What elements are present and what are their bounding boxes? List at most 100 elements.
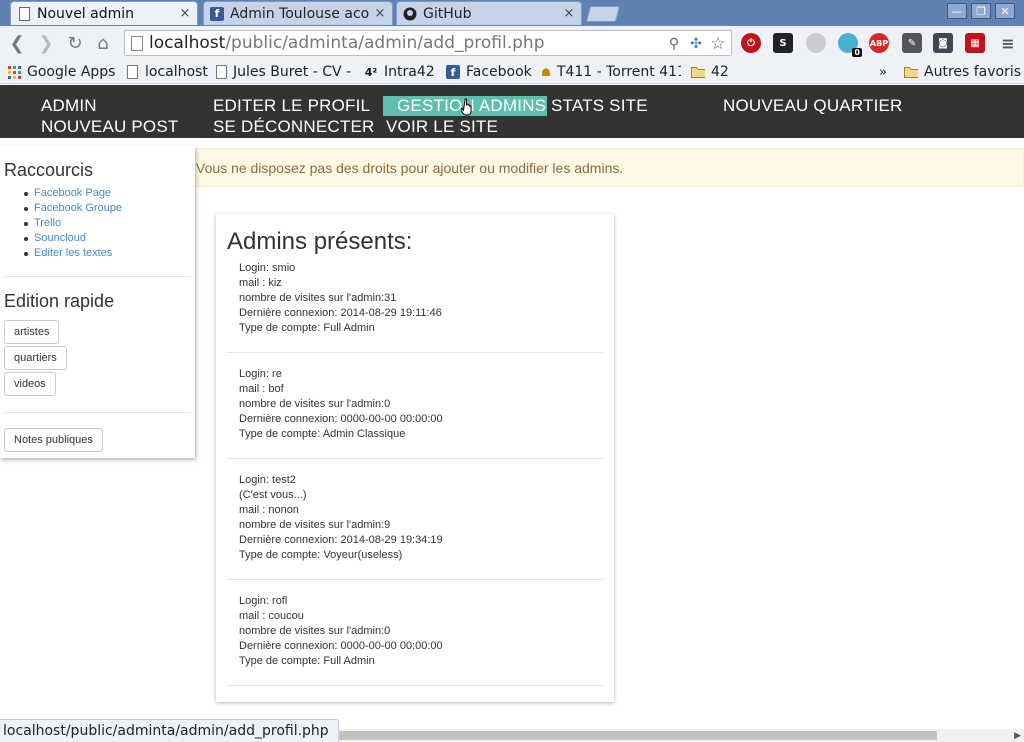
url-host: localhost — [149, 33, 226, 53]
bookmark-label: Autres favoris — [924, 64, 1022, 80]
folder-icon — [691, 65, 705, 79]
admin-entry: Login: rofl mail : coucou nombre de visi… — [227, 580, 603, 686]
bookmark-label: Jules Buret - CV - S — [233, 64, 354, 80]
shortcut-facebook-page[interactable]: Facebook Page — [23, 186, 122, 201]
eyedropper-extension-icon[interactable]: ✎ — [902, 33, 922, 53]
ghost-extension-icon[interactable]: 0 — [838, 33, 862, 57]
admin-mail: mail : kiz — [239, 277, 282, 289]
back-arrow-icon[interactable]: ❮ — [6, 32, 28, 54]
minimize-window-button[interactable]: — — [947, 3, 967, 19]
bookmark-label: Facebook — [466, 64, 532, 80]
sidebar-divider — [4, 276, 191, 277]
s-extension-icon[interactable]: S — [773, 33, 793, 53]
nav-voir-site[interactable]: VOIR LE SITE — [386, 117, 498, 137]
quick-edit-artistes-button[interactable]: artistes — [4, 320, 60, 344]
shortcut-souncloud[interactable]: Souncloud — [23, 231, 122, 246]
bookmark-t411[interactable]: ☗ T411 - Torrent 411 — [541, 62, 681, 82]
nav-stats-site[interactable]: STATS SITE — [551, 96, 648, 116]
quick-edit-quartiers-button[interactable]: quartiers — [4, 346, 67, 370]
scrollbar-thumb[interactable] — [339, 731, 937, 740]
tab-nouvel-admin[interactable]: Nouvel admin × — [10, 1, 198, 25]
link-status-bubble: localhost/public/adminta/admin/add_profi… — [0, 719, 339, 742]
bookmark-label: T411 - Torrent 411 — [556, 64, 681, 80]
bookmark-localhost[interactable]: localhost — [125, 62, 208, 82]
new-tab-button[interactable] — [585, 6, 621, 22]
admin-last-login: Dernière connexion: 2014-08-29 19:11:46 — [239, 307, 442, 319]
bookmark-label: 42 — [711, 64, 729, 80]
bookmarks-bar: Google Apps localhost Jules Buret - CV -… — [0, 60, 1024, 84]
bookmarks-overflow-button[interactable]: » — [879, 62, 887, 82]
red-extension-icon[interactable]: ▦ — [965, 33, 985, 53]
forward-arrow-icon[interactable]: ❯ — [35, 32, 57, 54]
bookmark-folder-42[interactable]: 42 — [691, 62, 729, 82]
page-icon — [125, 65, 139, 79]
reload-icon[interactable]: ↻ — [64, 32, 86, 54]
bookmark-label: Google Apps — [27, 64, 116, 80]
t411-icon: ☗ — [541, 65, 551, 79]
admin-mail: mail : bof — [239, 383, 284, 395]
admin-login: Login: rofl — [239, 595, 288, 607]
shortcuts-title: Raccourcis — [4, 160, 94, 180]
close-window-button[interactable]: ✕ — [995, 3, 1015, 19]
nav-admin[interactable]: ADMIN — [41, 96, 97, 116]
close-icon[interactable]: × — [563, 6, 575, 21]
horizontal-scrollbar[interactable]: ▶ — [339, 729, 1024, 742]
bookmark-intra42[interactable]: 4² Intra42 — [364, 62, 435, 82]
notes-publiques-button[interactable]: Notes publiques — [4, 428, 103, 452]
nav-nouveau-post[interactable]: NOUVEAU POST — [41, 117, 178, 137]
sidebar: Raccourcis Facebook Page Facebook Groupe… — [0, 146, 195, 458]
admin-account-type: Type de compte: Full Admin — [239, 322, 375, 334]
tab-github[interactable]: GitHub × — [396, 1, 582, 25]
bookmark-google-apps[interactable]: Google Apps — [7, 62, 115, 82]
circle-extension-icon[interactable] — [806, 33, 826, 53]
shortcut-facebook-groupe[interactable]: Facebook Groupe — [23, 201, 122, 216]
nav-editer-profil[interactable]: EDITER LE PROFIL — [213, 96, 370, 116]
tab-admin-toulouse[interactable]: f Admin Toulouse acou × — [203, 1, 393, 25]
nav-se-deconnecter[interactable]: SE DÉCONNECTER — [213, 117, 375, 137]
browser-tab-strip: Nouvel admin × f Admin Toulouse acou × G… — [0, 0, 1024, 26]
search-icon[interactable]: ⚲ — [665, 35, 683, 53]
admin-account-type: Type de compte: Voyeur(useless) — [239, 549, 403, 561]
tab-label: Nouvel admin — [37, 5, 135, 22]
camera-extension-icon[interactable]: ◙ — [933, 33, 953, 53]
admin-visits: nombre de visites sur l'admin:31 — [239, 292, 397, 304]
admin-mail: mail : coucou — [239, 610, 304, 622]
admins-title: Admins présents: — [227, 228, 413, 255]
star-icon[interactable]: ☆ — [709, 34, 727, 54]
quick-edit-videos-button[interactable]: videos — [4, 372, 56, 396]
admin-entry: Login: re mail : bof nombre de visites s… — [227, 353, 603, 459]
menu-icon[interactable]: ≡ — [998, 33, 1018, 53]
close-icon[interactable]: × — [374, 6, 386, 21]
shortcut-editer-textes[interactable]: Editer les textes — [23, 246, 122, 261]
scroll-right-arrow-icon[interactable]: ▶ — [1014, 731, 1021, 741]
bookmark-jules-buret-cv[interactable]: Jules Buret - CV - S — [216, 62, 354, 82]
admin-login: Login: re — [239, 368, 282, 380]
home-icon[interactable]: ⌂ — [92, 32, 114, 54]
translate-icon[interactable]: ✣ — [687, 35, 705, 53]
bookmark-other-favorites[interactable]: Autres favoris — [904, 62, 1021, 82]
nav-nouveau-quartier[interactable]: NOUVEAU QUARTIER — [723, 96, 903, 116]
intra42-icon: 4² — [364, 65, 378, 79]
close-icon[interactable]: × — [179, 6, 191, 21]
apps-grid-icon — [7, 65, 21, 79]
facebook-icon: f — [446, 65, 460, 79]
url-path: /public/adminta/admin/add_profil.php — [225, 33, 545, 53]
admin-account-type: Type de compte: Full Admin — [239, 655, 375, 667]
shortcuts-list: Facebook Page Facebook Groupe Trello Sou… — [23, 186, 122, 261]
admin-visits: nombre de visites sur l'admin:0 — [239, 398, 391, 410]
shortcut-trello[interactable]: Trello — [23, 216, 122, 231]
admin-visits: nombre de visites sur l'admin:9 — [239, 519, 391, 531]
admin-entry-current-user: Login: test2 (C'est vous...) mail : nono… — [227, 459, 603, 580]
maximize-window-button[interactable]: ❐ — [971, 3, 991, 19]
alert-text: Vous ne disposez pas des droits pour ajo… — [196, 159, 624, 176]
page-icon — [216, 65, 227, 79]
admin-last-login: Dernière connexion: 2014-08-29 19:34:19 — [239, 534, 443, 546]
adblock-icon[interactable]: ABP — [869, 33, 889, 53]
folder-icon — [904, 65, 918, 79]
status-url: localhost/public/adminta/admin/add_profi… — [3, 723, 329, 739]
browser-toolbar: ❮ ❯ ↻ ⌂ localhost/public/adminta/admin/a… — [0, 26, 1024, 60]
stop-extension-icon[interactable]: ⏻ — [741, 33, 761, 53]
address-bar[interactable]: localhost/public/adminta/admin/add_profi… — [124, 30, 732, 56]
bookmark-facebook[interactable]: f Facebook — [446, 62, 532, 82]
facebook-icon: f — [210, 6, 224, 21]
